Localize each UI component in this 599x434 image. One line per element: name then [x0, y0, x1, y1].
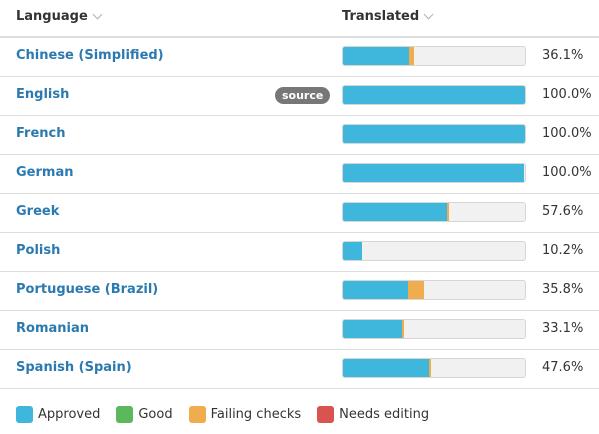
progress-failing-segment: [407, 281, 425, 299]
translations-table: Language Translated Chinese (Simplified)…: [0, 0, 599, 389]
translated-percent: 33.1%: [542, 321, 584, 336]
table-row: German 100.0%: [0, 155, 599, 194]
translation-progress-bar[interactable]: [342, 85, 526, 105]
legend-item: Good: [116, 406, 173, 423]
translation-progress-bar[interactable]: [342, 280, 526, 300]
progress-approved-segment: [343, 86, 525, 104]
progress-approved-segment: [343, 125, 525, 143]
legend-item: Needs editing: [317, 406, 429, 423]
column-header-language-label: Language: [16, 9, 88, 24]
legend-swatch: [317, 406, 335, 423]
table-row: Spanish (Spain) 47.6%: [0, 350, 599, 389]
translated-percent: 10.2%: [542, 243, 584, 258]
legend-swatch: [16, 406, 33, 423]
translated-percent: 35.8%: [542, 282, 584, 297]
table-row: French 100.0%: [0, 116, 599, 155]
progress-failing-segment: [402, 320, 405, 338]
translation-progress-bar[interactable]: [342, 319, 526, 339]
progress-approved-segment: [343, 359, 429, 377]
translated-percent: 47.6%: [542, 360, 584, 375]
progress-approved-segment: [343, 203, 447, 221]
legend-swatch: [188, 406, 206, 423]
translation-progress-bar[interactable]: [342, 358, 526, 378]
source-badge: source: [275, 87, 331, 104]
language-link[interactable]: Spanish (Spain): [16, 360, 132, 375]
progress-approved-segment: [343, 242, 362, 260]
translation-progress-bar[interactable]: [342, 46, 526, 66]
translated-percent: 57.6%: [542, 204, 584, 219]
column-header-translated-label: Translated: [342, 9, 420, 24]
legend-label: Failing checks: [210, 407, 302, 422]
legend-item: Approved: [16, 406, 100, 423]
translation-progress-bar[interactable]: [342, 241, 526, 261]
translated-percent: 100.0%: [542, 126, 592, 141]
translation-progress-bar[interactable]: [342, 202, 526, 222]
language-link[interactable]: Greek: [16, 204, 59, 219]
progress-approved-segment: [343, 164, 525, 182]
sort-chevron-down-icon[interactable]: [92, 9, 103, 20]
progress-failing-segment: [446, 203, 449, 221]
progress-failing-segment: [428, 359, 431, 377]
language-link[interactable]: Polish: [16, 243, 60, 258]
legend-item: Failing checks: [188, 406, 302, 423]
translation-progress-bar[interactable]: [342, 163, 526, 183]
language-link[interactable]: French: [16, 126, 66, 141]
table-body: Chinese (Simplified) 36.1% English source 10…: [0, 38, 599, 389]
table-row: Polish 10.2%: [0, 233, 599, 272]
legend-label: Approved: [38, 407, 101, 422]
translated-percent: 100.0%: [542, 165, 592, 180]
table-row: English source 100.0%: [0, 77, 599, 116]
table-row: Chinese (Simplified) 36.1%: [0, 38, 599, 77]
table-row: Portuguese (Brazil) 35.8%: [0, 272, 599, 311]
translation-progress-bar[interactable]: [342, 124, 526, 144]
progress-approved-segment: [343, 320, 403, 338]
language-link[interactable]: Romanian: [16, 321, 89, 336]
column-header-language[interactable]: Language: [16, 9, 103, 24]
sort-chevron-down-icon[interactable]: [423, 9, 434, 20]
status-legend: Approved Good Failing checks Needs editing: [16, 406, 445, 423]
language-link[interactable]: English: [16, 87, 69, 102]
language-link[interactable]: Portuguese (Brazil): [16, 282, 158, 297]
translated-percent: 36.1%: [542, 48, 584, 63]
legend-swatch: [116, 406, 134, 423]
legend-label: Good: [138, 407, 173, 422]
progress-failing-segment: [408, 47, 414, 65]
table-header: Language Translated: [0, 0, 599, 38]
progress-approved-segment: [343, 281, 408, 299]
table-row: Romanian 33.1%: [0, 311, 599, 350]
translated-percent: 100.0%: [542, 87, 592, 102]
progress-approved-segment: [343, 47, 409, 65]
column-header-translated[interactable]: Translated: [342, 9, 434, 24]
language-link[interactable]: German: [16, 165, 73, 180]
legend-label: Needs editing: [339, 407, 430, 422]
table-row: Greek 57.6%: [0, 194, 599, 233]
language-link[interactable]: Chinese (Simplified): [16, 48, 164, 63]
